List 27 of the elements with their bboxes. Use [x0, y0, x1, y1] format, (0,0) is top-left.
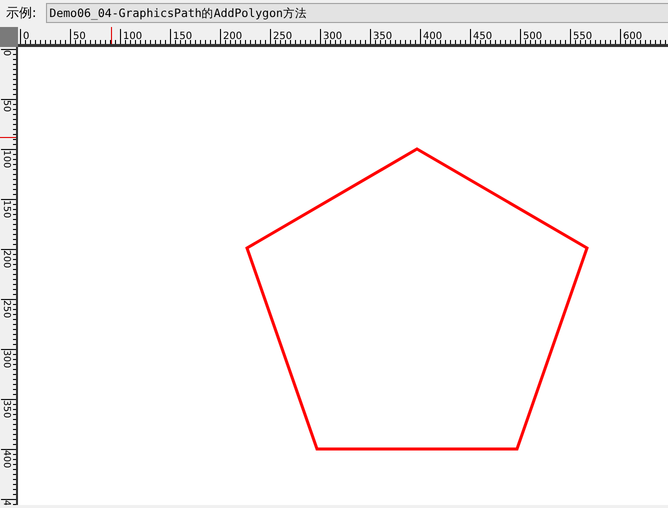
- ruler-label: 450: [473, 31, 492, 42]
- ruler-label: 50: [1, 100, 12, 112]
- ruler-label: 100: [1, 150, 12, 168]
- ruler-label: 400: [423, 31, 442, 42]
- ruler-label: 550: [573, 31, 592, 42]
- ruler-label: 150: [1, 200, 12, 218]
- ruler-label: 100: [123, 31, 142, 42]
- ruler-label: 200: [223, 31, 242, 42]
- ruler-label: 250: [273, 31, 292, 42]
- cursor-marker: [111, 27, 112, 44]
- ruler-label: 0: [1, 50, 12, 56]
- cursor-marker: [0, 137, 16, 138]
- ruler-label: 300: [323, 31, 342, 42]
- ruler-label: 250: [1, 300, 12, 318]
- example-label: 示例:: [6, 5, 36, 22]
- ruler-label: 350: [1, 400, 12, 418]
- ruler-label: 350: [373, 31, 392, 42]
- ruler-label: 0: [23, 31, 30, 42]
- ruler-label: 400: [1, 450, 12, 468]
- ruler-label: 50: [73, 31, 86, 42]
- ruler-corner: [0, 27, 18, 47]
- ruler-label: 200: [1, 250, 12, 268]
- ruler-label: 150: [173, 31, 192, 42]
- ruler-label: 600: [623, 31, 642, 42]
- ruler-label: 300: [1, 350, 12, 368]
- ruler-label: 500: [523, 31, 542, 42]
- example-name-field[interactable]: Demo06_04-GraphicsPath的AddPolygon方法: [46, 3, 668, 23]
